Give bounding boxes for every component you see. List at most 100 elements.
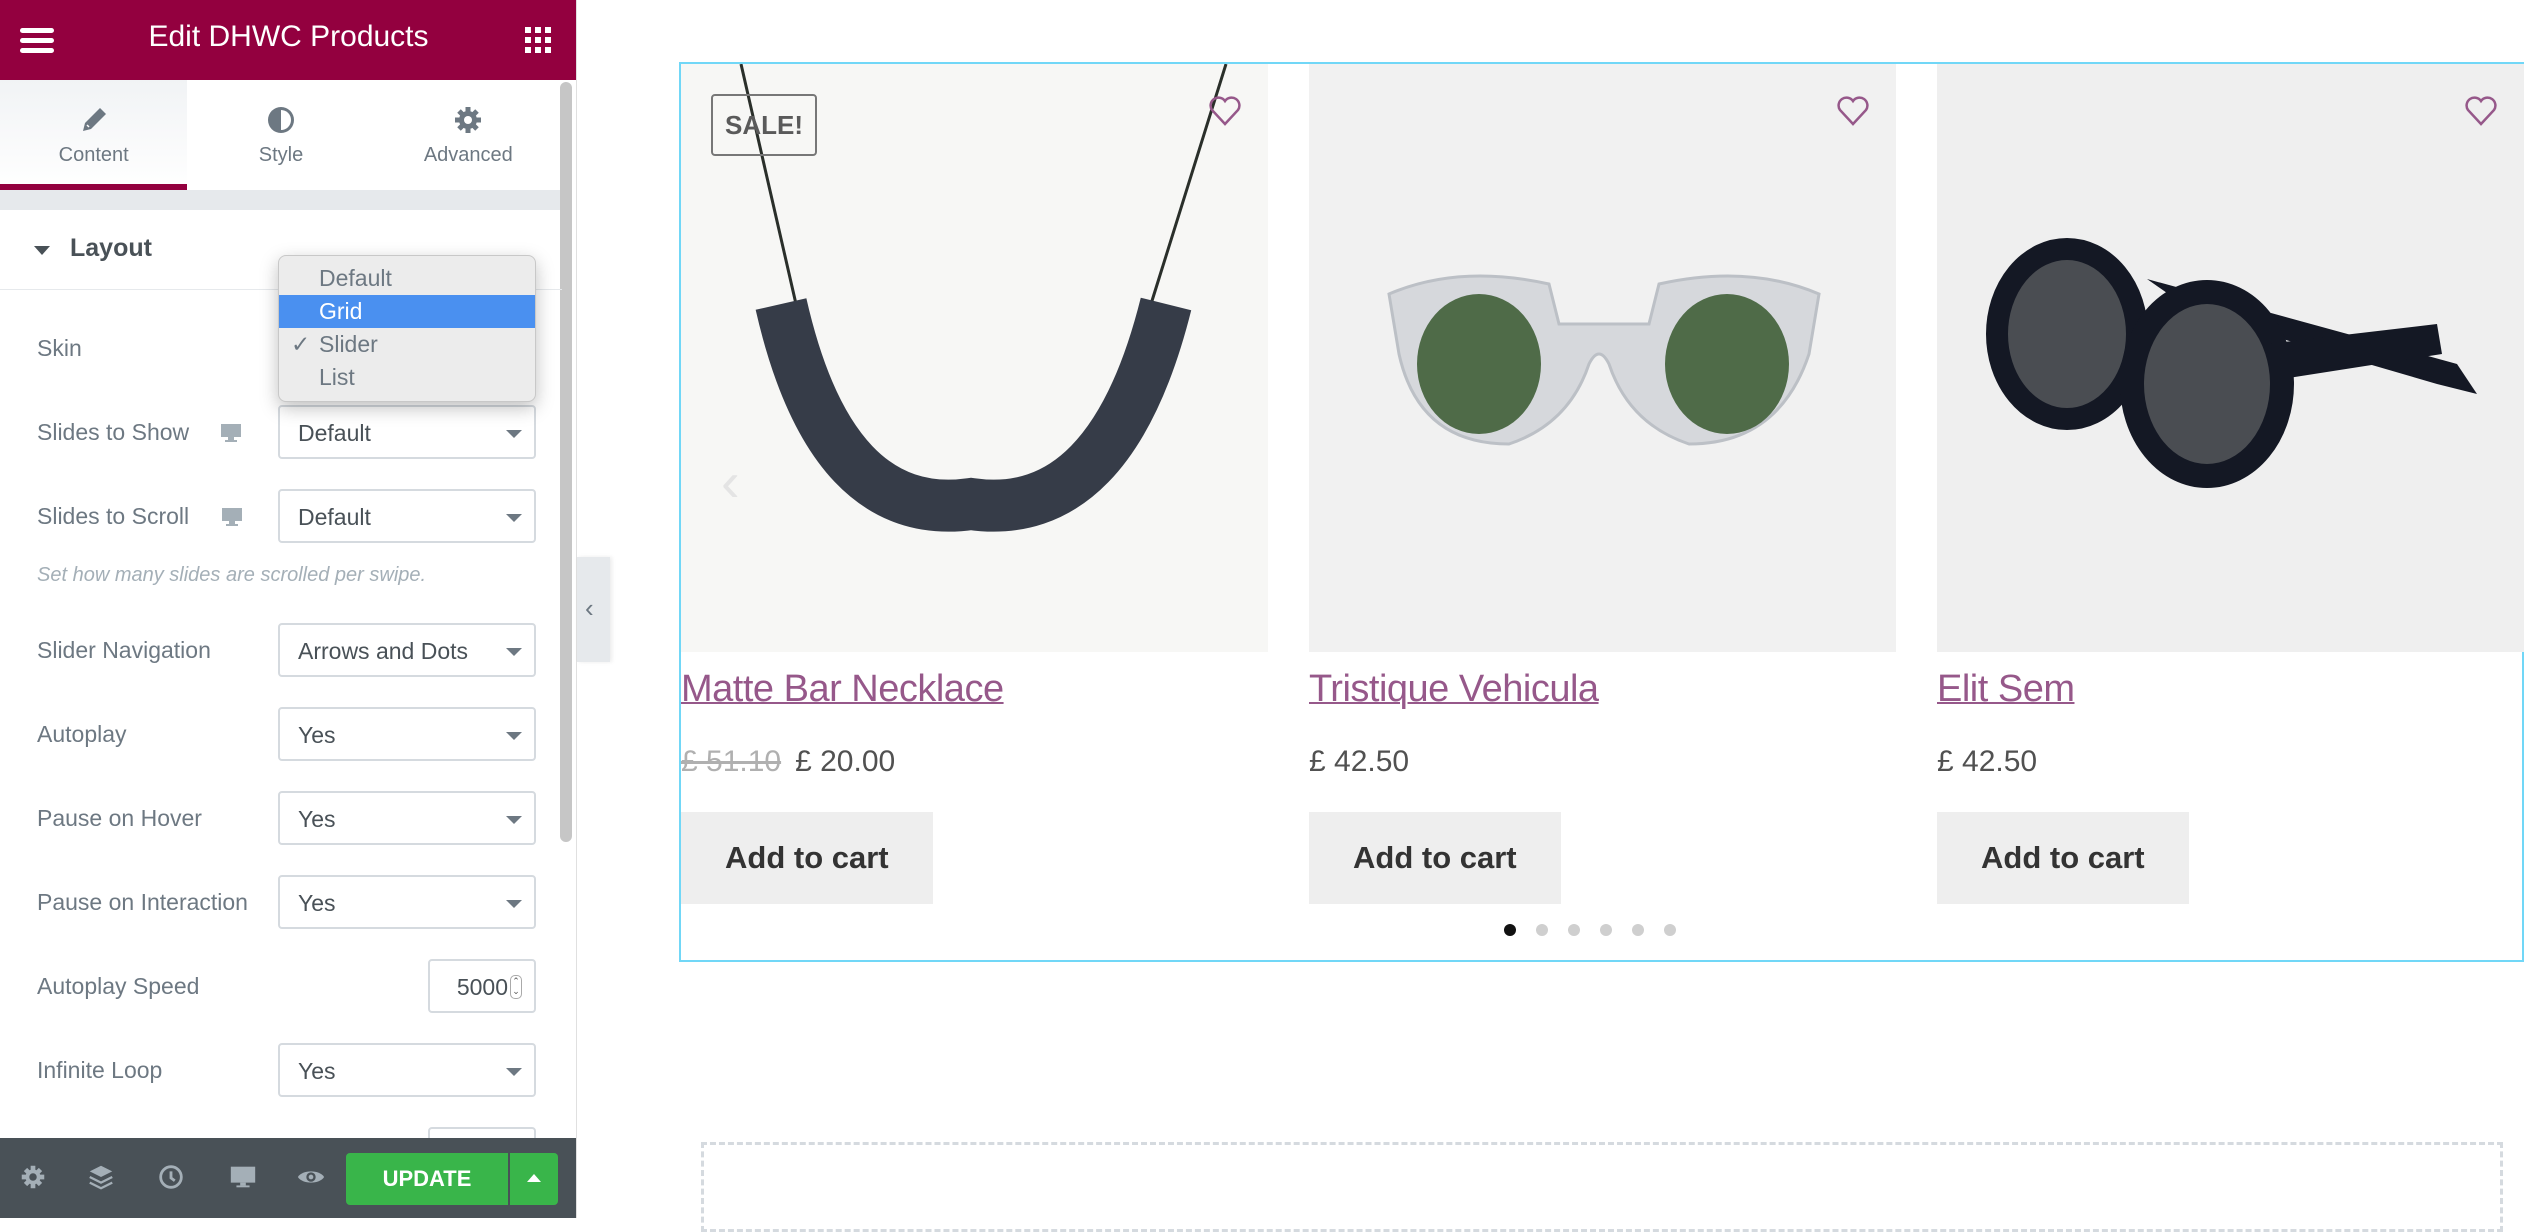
slider-dots	[1504, 924, 1676, 936]
sunglasses-black-image	[1986, 238, 2477, 488]
add-to-cart-button[interactable]: Add to cart	[681, 812, 933, 904]
slider-prev-arrow[interactable]: ‹	[721, 449, 740, 514]
autoplay-label: Autoplay	[37, 721, 127, 747]
skin-option-list[interactable]: List	[279, 361, 535, 394]
option-label: List	[319, 364, 355, 390]
contrast-icon	[267, 106, 294, 133]
control-slides-to-scroll: Slides to Scroll Default	[0, 489, 562, 543]
grid-icon[interactable]	[525, 27, 551, 53]
tab-separator	[0, 190, 562, 210]
slider-dot[interactable]	[1632, 924, 1644, 936]
spinner-icon[interactable]: ⌃ ⌄	[510, 975, 522, 999]
chevron-down-icon	[506, 816, 522, 824]
option-label: Default	[319, 265, 392, 291]
autoplay-speed-input[interactable]: 5000 ⌃ ⌄	[428, 959, 536, 1013]
product-name-link[interactable]: Matte Bar Necklace	[681, 668, 1004, 711]
infinite-loop-value: Yes	[298, 1058, 336, 1084]
gear-icon[interactable]	[18, 1162, 48, 1192]
section-title: Layout	[70, 234, 152, 262]
control-autoplay: Autoplay Yes	[0, 707, 562, 761]
slider-dot[interactable]	[1504, 924, 1516, 936]
pause-on-interaction-select[interactable]: Yes	[278, 875, 536, 929]
product-card: Elit Sem £ 42.50 Add to cart	[1937, 64, 2524, 962]
panel-header: Edit DHWC Products	[0, 0, 576, 80]
option-label: Slider	[319, 331, 378, 357]
slider-dot[interactable]	[1568, 924, 1580, 936]
slides-to-show-value: Default	[298, 420, 371, 446]
eye-icon[interactable]	[296, 1162, 326, 1192]
pause-on-hover-select[interactable]: Yes	[278, 791, 536, 845]
product-card: SALE! ‹ Matte Bar Necklace £ 51.10 £ 20.0…	[681, 64, 1268, 962]
infinite-loop-select[interactable]: Yes	[278, 1043, 536, 1097]
control-pause-on-hover: Pause on Hover Yes	[0, 791, 562, 845]
tab-advanced[interactable]: Advanced	[375, 80, 562, 190]
chevron-down-icon	[506, 1068, 522, 1076]
update-options-button[interactable]	[510, 1153, 558, 1205]
panel-title: Edit DHWC Products	[148, 20, 429, 53]
skin-label: Skin	[37, 335, 82, 361]
add-to-cart-button[interactable]: Add to cart	[1937, 812, 2189, 904]
product-name-link[interactable]: Tristique Vehicula	[1309, 668, 1599, 711]
old-price: £ 51.10	[681, 745, 782, 778]
update-button[interactable]: UPDATE	[346, 1153, 508, 1205]
heart-icon[interactable]	[1208, 96, 1242, 126]
slider-dot[interactable]	[1664, 924, 1676, 936]
products-slider: SALE! ‹ Matte Bar Necklace £ 51.10 £ 20.0…	[679, 62, 2524, 962]
panel-tabs: Content Style Advanced	[0, 80, 562, 190]
slides-to-scroll-value: Default	[298, 504, 371, 530]
sale-price: £ 20.00	[795, 745, 896, 778]
panel-footer: UPDATE	[0, 1138, 576, 1218]
infinite-loop-label: Infinite Loop	[37, 1057, 163, 1083]
option-label: Grid	[319, 298, 363, 324]
slides-to-scroll-select[interactable]: Default	[278, 489, 536, 543]
pencil-icon	[82, 107, 106, 131]
empty-section-dropzone[interactable]	[701, 1142, 2503, 1232]
tab-label: Style	[258, 143, 304, 166]
chevron-down-icon	[506, 648, 522, 656]
desktop-icon[interactable]	[228, 1162, 258, 1192]
product-image-sunglasses-black[interactable]	[1937, 64, 2524, 652]
heart-icon[interactable]	[1836, 96, 1870, 126]
skin-option-slider[interactable]: ✓ Slider	[279, 328, 535, 361]
slider-dot[interactable]	[1600, 924, 1612, 936]
chevron-down-icon	[506, 514, 522, 522]
autoplay-value: Yes	[298, 722, 336, 748]
slides-to-scroll-label: Slides to Scroll	[37, 503, 190, 529]
control-autoplay-speed: Autoplay Speed 5000 ⌃ ⌄	[0, 959, 562, 1013]
collapse-panel-button[interactable]: ‹	[577, 557, 610, 662]
control-pause-on-interaction: Pause on Interaction Yes	[0, 875, 562, 929]
slider-navigation-label: Slider Navigation	[37, 637, 211, 663]
pause-on-hover-value: Yes	[298, 806, 336, 832]
skin-option-default[interactable]: Default	[279, 262, 535, 295]
history-icon[interactable]	[156, 1162, 186, 1192]
slider-navigation-value: Arrows and Dots	[298, 638, 469, 664]
desktop-icon[interactable]	[221, 507, 243, 527]
chevron-left-icon: ‹	[585, 593, 594, 623]
checkmark-icon: ✓	[291, 331, 311, 357]
layers-icon[interactable]	[86, 1162, 116, 1192]
slider-dot[interactable]	[1536, 924, 1548, 936]
heart-icon[interactable]	[2464, 96, 2498, 126]
pause-on-interaction-label: Pause on Interaction	[37, 889, 248, 915]
autoplay-select[interactable]: Yes	[278, 707, 536, 761]
autoplay-speed-value: 5000	[456, 974, 508, 1000]
product-price: £ 51.10 £ 20.00	[681, 745, 895, 779]
product-image-sunglasses-clear[interactable]	[1309, 64, 1896, 652]
product-price: £ 42.50	[1937, 745, 2038, 778]
add-to-cart-button[interactable]: Add to cart	[1309, 812, 1561, 904]
tab-style[interactable]: Style	[187, 80, 374, 190]
pause-on-interaction-value: Yes	[298, 890, 336, 916]
skin-option-grid[interactable]: Grid	[279, 295, 535, 328]
product-image-necklace[interactable]: SALE! ‹	[681, 64, 1268, 652]
tab-label: Advanced	[423, 143, 513, 166]
tab-content[interactable]: Content	[0, 80, 188, 190]
desktop-icon[interactable]	[220, 423, 242, 443]
product-name-link[interactable]: Elit Sem	[1937, 668, 2075, 711]
control-slides-to-show: Slides to Show Default	[0, 405, 562, 459]
slider-navigation-select[interactable]: Arrows and Dots	[278, 623, 536, 677]
gear-icon	[455, 106, 482, 133]
chevron-down-icon	[506, 732, 522, 740]
slides-to-show-select[interactable]: Default	[278, 405, 536, 459]
sunglasses-clear-image	[1387, 274, 1821, 446]
tab-label: Content	[58, 143, 129, 166]
